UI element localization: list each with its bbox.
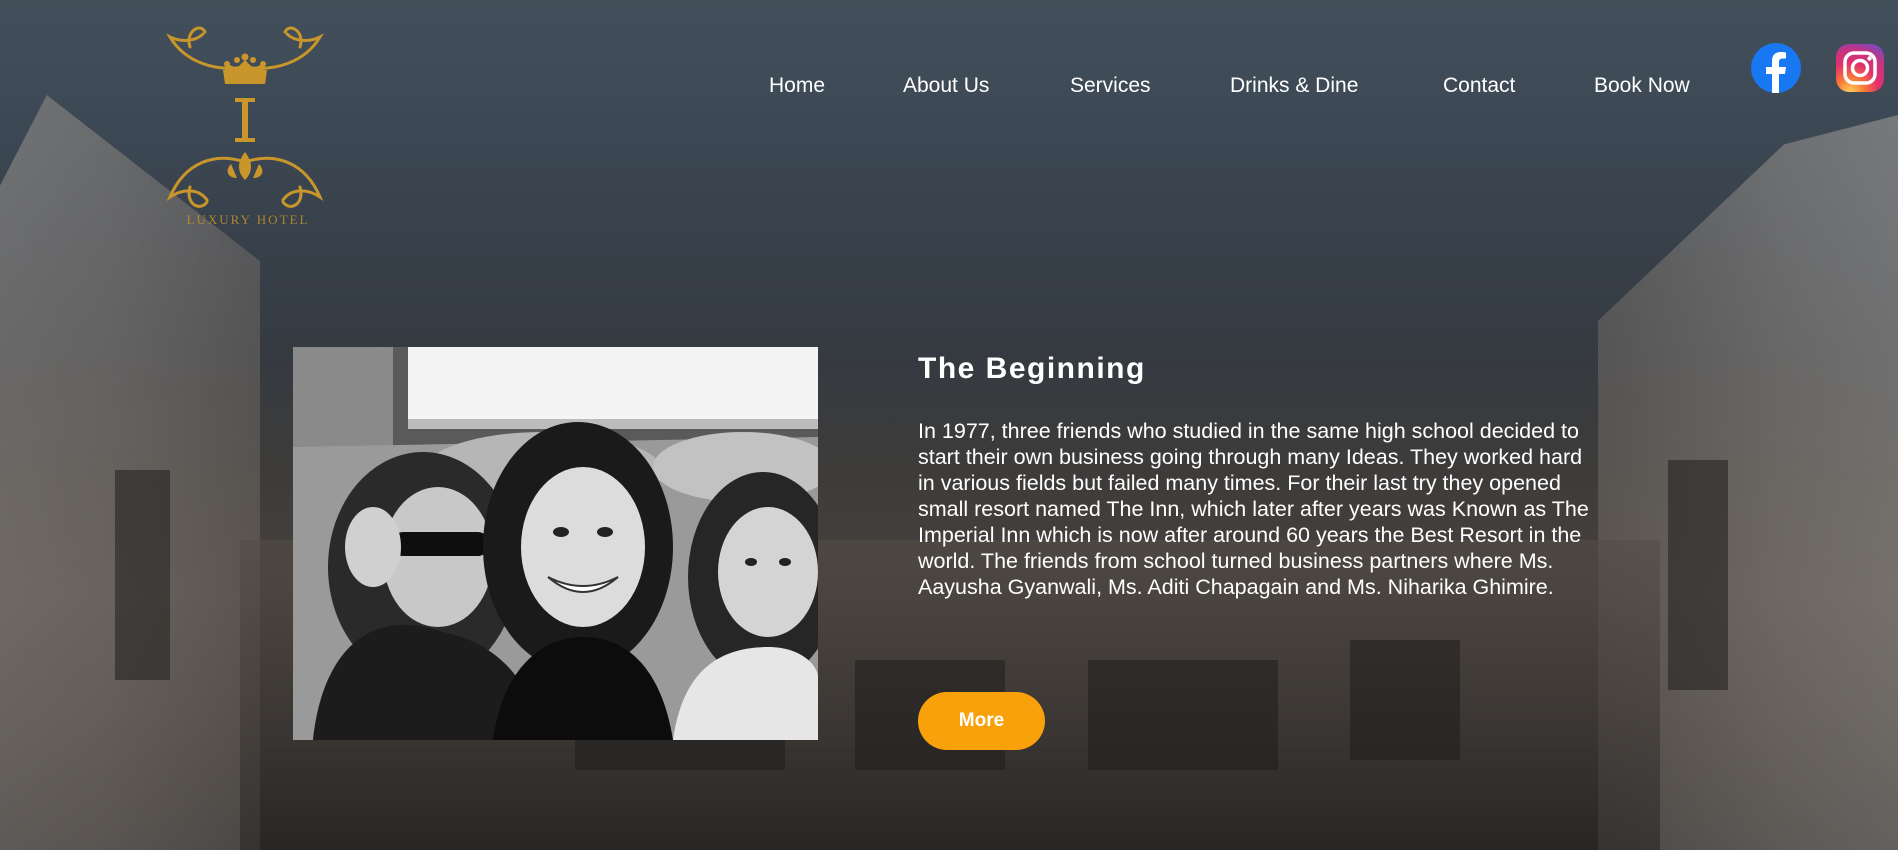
instagram-link[interactable] <box>1834 42 1886 94</box>
nav-contact[interactable]: Contact <box>1443 74 1515 98</box>
crest-icon <box>166 26 324 208</box>
nav-drinks-dine[interactable]: Drinks & Dine <box>1230 74 1358 98</box>
nav-services[interactable]: Services <box>1070 74 1151 98</box>
page-title: The Beginning <box>918 352 1146 385</box>
nav-about-us[interactable]: About Us <box>903 74 989 98</box>
nav-home[interactable]: Home <box>769 74 825 98</box>
more-button[interactable]: More <box>918 692 1045 750</box>
nav-book-now[interactable]: Book Now <box>1594 74 1690 98</box>
founders-photo <box>293 347 818 740</box>
logo-tagline: LUXURY HOTEL <box>186 212 310 227</box>
hotel-logo[interactable]: LUXURY HOTEL <box>145 12 345 227</box>
facebook-link[interactable] <box>1750 42 1802 94</box>
instagram-icon <box>1836 44 1884 92</box>
story-paragraph: In 1977, three friends who studied in th… <box>918 419 1589 599</box>
facebook-icon <box>1751 43 1801 93</box>
